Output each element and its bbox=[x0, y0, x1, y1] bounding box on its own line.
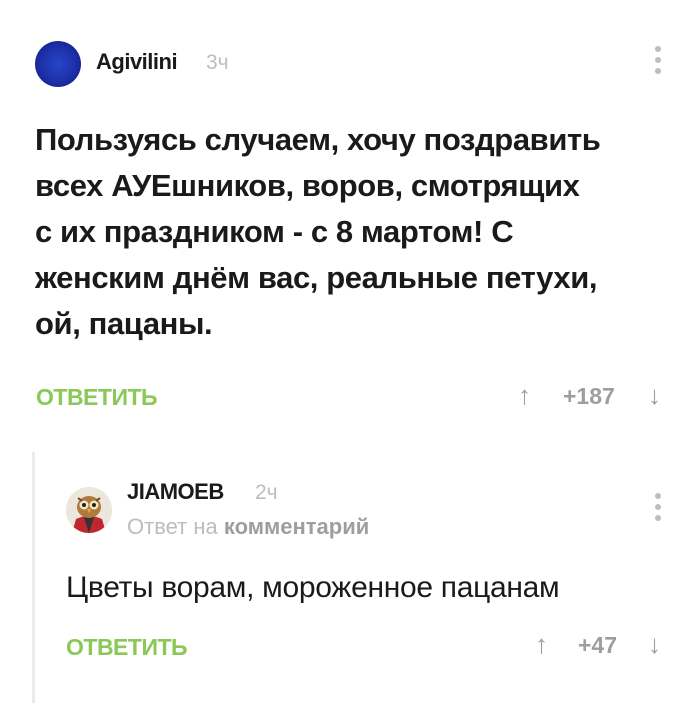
comment-body: Пользуясь случаем, хочу поздравить всех … bbox=[35, 117, 675, 347]
comment-time: 2ч bbox=[255, 481, 278, 504]
username[interactable]: JIAMOEB bbox=[127, 479, 224, 505]
downvote-icon[interactable]: ↓ bbox=[648, 629, 661, 660]
owl-avatar-icon bbox=[66, 487, 112, 533]
avatar[interactable] bbox=[66, 487, 112, 533]
upvote-icon[interactable]: ↑ bbox=[518, 380, 531, 411]
thread-line bbox=[32, 452, 35, 703]
upvote-icon[interactable]: ↑ bbox=[535, 629, 548, 660]
more-options-icon[interactable] bbox=[653, 493, 663, 526]
reply-to-prefix: Ответ на bbox=[127, 514, 218, 539]
comment-line: с их праздником - с 8 мартом! С bbox=[35, 214, 514, 249]
comment-body: Цветы ворам, мороженное пацанам bbox=[66, 571, 560, 604]
downvote-icon[interactable]: ↓ bbox=[648, 380, 661, 411]
comment-line: всех АУЕшников, воров, смотрящих bbox=[35, 168, 580, 203]
comment-time: 3ч bbox=[206, 51, 229, 74]
avatar[interactable] bbox=[35, 41, 81, 87]
more-options-icon[interactable] bbox=[653, 46, 663, 79]
comment-line: ой, пацаны. bbox=[35, 306, 213, 341]
reply-button[interactable]: ОТВЕТИТЬ bbox=[66, 634, 188, 661]
reply-button[interactable]: ОТВЕТИТЬ bbox=[36, 384, 158, 411]
score: +187 bbox=[563, 383, 615, 409]
reply-to-line: Ответ на комментарий bbox=[127, 514, 369, 540]
reply-to-link[interactable]: комментарий bbox=[224, 514, 369, 539]
comment-line: Пользуясь случаем, хочу поздравить bbox=[35, 122, 601, 157]
comment-line: женским днём вас, реальные петухи, bbox=[35, 260, 598, 295]
username[interactable]: Agivilini bbox=[96, 49, 178, 75]
score: +47 bbox=[578, 632, 618, 658]
